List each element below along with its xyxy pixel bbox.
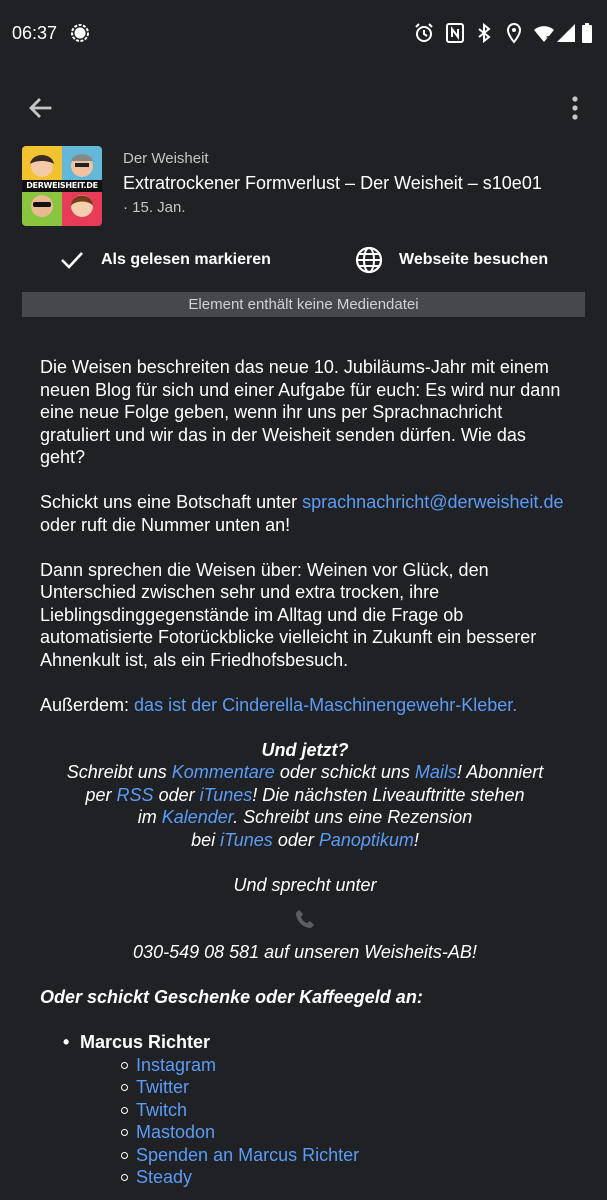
list-item: Spenden an Marcus Richter (121, 1144, 570, 1167)
p4-text-before: Außerdem: (40, 694, 135, 715)
cta-text: oder schickt uns (274, 762, 415, 782)
speak-text: Und sprecht unter (233, 874, 377, 895)
cinderella-link[interactable]: das ist der Cinderella-Maschinengewehr-K… (134, 695, 517, 715)
list-item: Marcus Richter Instagram Twitter Twitch … (63, 1031, 570, 1189)
cta-text: Und jetzt? Schreibt uns Kommentare oder … (40, 739, 570, 852)
list-item: Instagram (121, 1054, 570, 1077)
episode-date: · 15. Jan. (123, 199, 186, 216)
alarm-icon (415, 23, 433, 42)
cta-text: bei (191, 829, 221, 850)
svg-text:5: 5 (546, 35, 550, 43)
email-link[interactable]: sprachnachricht@derweisheit.de (302, 492, 563, 512)
cta-text: oder (272, 829, 319, 850)
cta-text: oder (153, 784, 200, 805)
mails-link[interactable]: Mails (415, 762, 457, 782)
status-bar: 06:37 5 (0, 0, 607, 68)
cover-brand-text: DERWEISHEIT.DE (22, 180, 102, 192)
call-to-action-block: Und jetzt? Schreibt uns Kommentare oder … (40, 739, 570, 964)
episode-actions: Als gelesen markieren Webseite besuchen (0, 240, 607, 280)
wifi-icon: 5 (534, 26, 554, 43)
check-icon (61, 252, 83, 269)
gifts-heading: Oder schickt Geschenke oder Kaffeegeld a… (40, 987, 423, 1007)
bluetooth-icon (478, 22, 491, 44)
phone-line: 030-549 08 581 auf unseren Weisheits-AB! (133, 942, 477, 962)
cta-text: ! (413, 829, 419, 850)
itunes-review-link[interactable]: iTunes (220, 830, 273, 850)
rss-link[interactable]: RSS (117, 785, 154, 805)
cta-text: im (137, 807, 162, 827)
status-time: 06:37 (12, 23, 58, 43)
location-icon (506, 22, 522, 44)
instagram-link[interactable]: Instagram (136, 1055, 216, 1075)
mark-as-read-label: Als gelesen markieren (101, 251, 271, 268)
calendar-link[interactable]: Kalender (162, 807, 233, 827)
cta-text: . Schreibt uns eine Rezension (233, 807, 473, 827)
description-paragraph-2: Schickt uns eine Botschaft unter sprachn… (40, 491, 570, 536)
episode-description: Die Weisen beschreiten das neue 10. Jubi… (40, 356, 570, 1189)
p2-text-before: Schickt uns eine Botschaft unter (40, 492, 303, 512)
p2-text-after: oder ruft die Nummer unten an! (40, 514, 291, 535)
panoptikum-link[interactable]: Panoptikum (319, 830, 414, 850)
list-item: Twitter (121, 1076, 570, 1099)
globe-icon (355, 246, 383, 274)
twitch-link[interactable]: Twitch (136, 1100, 187, 1120)
more-vert-icon[interactable] (563, 92, 587, 124)
description-paragraph-3: Dann sprechen die Weisen über: Weinen vo… (40, 559, 537, 670)
podcast-cover-image[interactable]: DERWEISHEIT.DE (22, 146, 102, 226)
comments-link[interactable]: Kommentare (172, 762, 275, 782)
cell-signal-icon (557, 24, 575, 42)
person-name: Marcus Richter (80, 1032, 211, 1052)
cta-text: ! Die nächsten Liveauftritte stehen (252, 784, 525, 805)
nfc-icon (446, 23, 464, 43)
steady-link[interactable]: Steady (136, 1167, 192, 1187)
list-item: Mastodon (121, 1121, 570, 1144)
itunes-link[interactable]: iTunes (200, 785, 253, 805)
visit-website-label: Webseite besuchen (399, 251, 549, 268)
signal-messenger-icon (71, 24, 89, 42)
cta-text: Schreibt uns (66, 762, 172, 782)
visit-website-button[interactable]: Webseite besuchen (355, 240, 548, 280)
mark-as-read-button[interactable]: Als gelesen markieren (59, 240, 271, 280)
app-bar (0, 80, 607, 136)
cta-text: per (85, 784, 117, 805)
description-paragraph-1: Die Weisen beschreiten das neue 10. Jubi… (40, 357, 561, 467)
phone-icon (296, 910, 314, 928)
back-arrow-icon[interactable] (24, 92, 56, 124)
twitter-link[interactable]: Twitter (136, 1077, 189, 1097)
list-item: Steady (121, 1166, 570, 1189)
battery-icon (582, 23, 592, 43)
no-media-banner: Element enthält keine Mediendatei (22, 292, 585, 317)
cta-text: ! Abonniert (456, 762, 544, 782)
list-item: Twitch (121, 1099, 570, 1122)
donate-link[interactable]: Spenden an Marcus Richter (136, 1145, 359, 1165)
episode-header: DERWEISHEIT.DE Der Weisheit Extratrocken… (22, 146, 592, 226)
cta-heading: Und jetzt? (261, 739, 349, 760)
podcast-name[interactable]: Der Weisheit (123, 150, 209, 167)
mastodon-link[interactable]: Mastodon (136, 1122, 215, 1142)
description-paragraph-4: Außerdem: das ist der Cinderella-Maschin… (40, 694, 570, 717)
person-list: Marcus Richter Instagram Twitter Twitch … (40, 1031, 570, 1189)
episode-title: Extratrockener Formverlust – Der Weishei… (123, 173, 542, 193)
person-links: Instagram Twitter Twitch Mastodon Spende… (80, 1054, 570, 1189)
